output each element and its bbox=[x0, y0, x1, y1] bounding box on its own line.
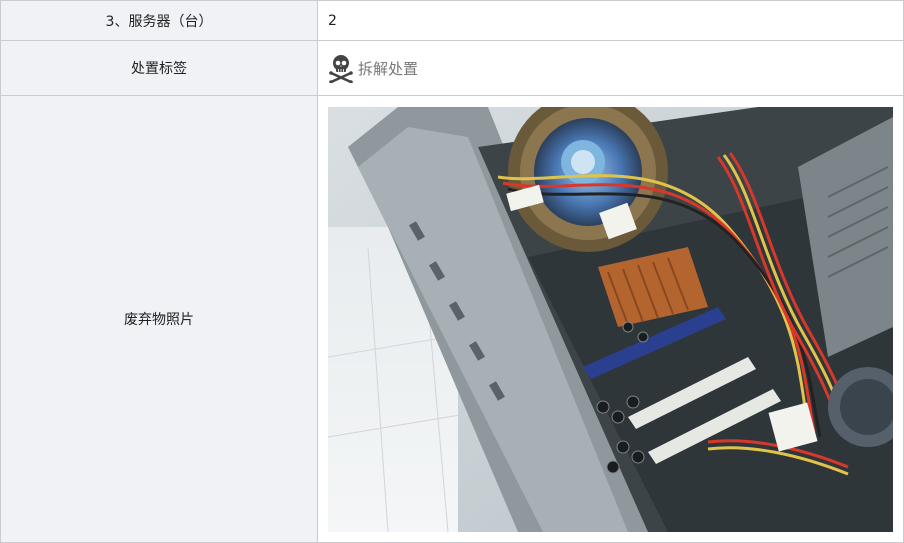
disposal-tag-label: 拆解处置 bbox=[358, 59, 419, 78]
row-value-waste-photo bbox=[317, 95, 904, 543]
row-label-waste-photo: 废弃物照片 bbox=[0, 95, 318, 543]
row-label-disposal-tag: 处置标签 bbox=[0, 40, 318, 96]
row-label-server-count: 3、服务器（台） bbox=[0, 0, 318, 41]
skull-crossbones-icon bbox=[328, 53, 354, 84]
row-value-server-count: 2 bbox=[317, 0, 904, 41]
table-row: 废弃物照片 bbox=[0, 95, 904, 543]
waste-info-table: 3、服务器（台） 2 处置标签 拆解处置 废弃物照片 bbox=[0, 0, 904, 543]
disposal-tag: 拆解处置 bbox=[328, 53, 903, 84]
table-row: 处置标签 拆解处置 bbox=[0, 40, 904, 96]
table-row: 3、服务器（台） 2 bbox=[0, 0, 904, 41]
row-value-disposal-tag: 拆解处置 bbox=[317, 40, 904, 96]
computer-case-interior-photo bbox=[328, 106, 893, 532]
